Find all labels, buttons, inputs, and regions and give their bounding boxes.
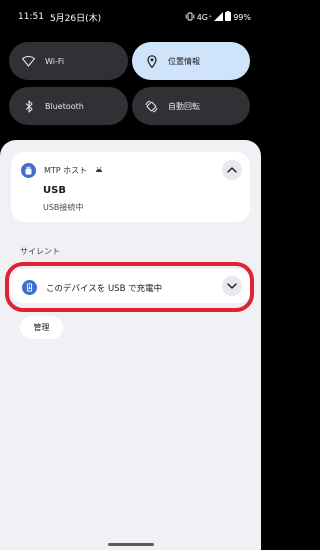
quick-settings: Wi-Fi 位置情報 Bluetooth 自動回転 [9, 42, 250, 125]
network-type: 4G⁺ [196, 12, 213, 22]
silent-section-label: サイレント [20, 247, 60, 256]
navigation-handle[interactable] [108, 543, 154, 546]
status-time: 11:51 [18, 12, 44, 22]
status-date: 5月26日(木) [49, 13, 102, 24]
auto-rotate-icon [145, 100, 158, 113]
notification-body: USB接続中 [43, 203, 84, 212]
signal-icon [214, 11, 224, 23]
notification-header: MTP ホスト [21, 163, 103, 178]
manage-button[interactable]: 管理 [20, 316, 63, 339]
tile-wifi[interactable]: Wi-Fi [9, 42, 128, 80]
bluetooth-icon [22, 99, 35, 113]
chevron-up-icon [227, 167, 237, 173]
tile-wifi-label: Wi-Fi [45, 56, 65, 66]
usb-app-icon [21, 163, 36, 178]
tile-auto-rotate-label: 自動回転 [168, 101, 200, 111]
notification-title: USB [43, 185, 66, 196]
tile-auto-rotate[interactable]: 自動回転 [132, 87, 250, 125]
tile-location-label: 位置情報 [168, 56, 200, 66]
status-bar: 11:51 5月26日(木) 4G⁺ 99% [0, 0, 261, 34]
tile-bluetooth-label: Bluetooth [45, 101, 84, 111]
status-indicators: 4G⁺ 99% [185, 11, 251, 23]
collapse-button[interactable] [222, 160, 242, 180]
battery-icon [225, 11, 232, 23]
location-pin-icon [145, 54, 158, 68]
wifi-icon [22, 55, 35, 68]
tile-location[interactable]: 位置情報 [132, 42, 250, 80]
vibrate-icon [185, 12, 195, 23]
battery-percent: 99% [233, 12, 251, 22]
notification-app-name: MTP ホスト [44, 166, 88, 175]
highlight-annotation [5, 262, 254, 312]
android-icon [95, 166, 103, 175]
tile-bluetooth[interactable]: Bluetooth [9, 87, 128, 125]
